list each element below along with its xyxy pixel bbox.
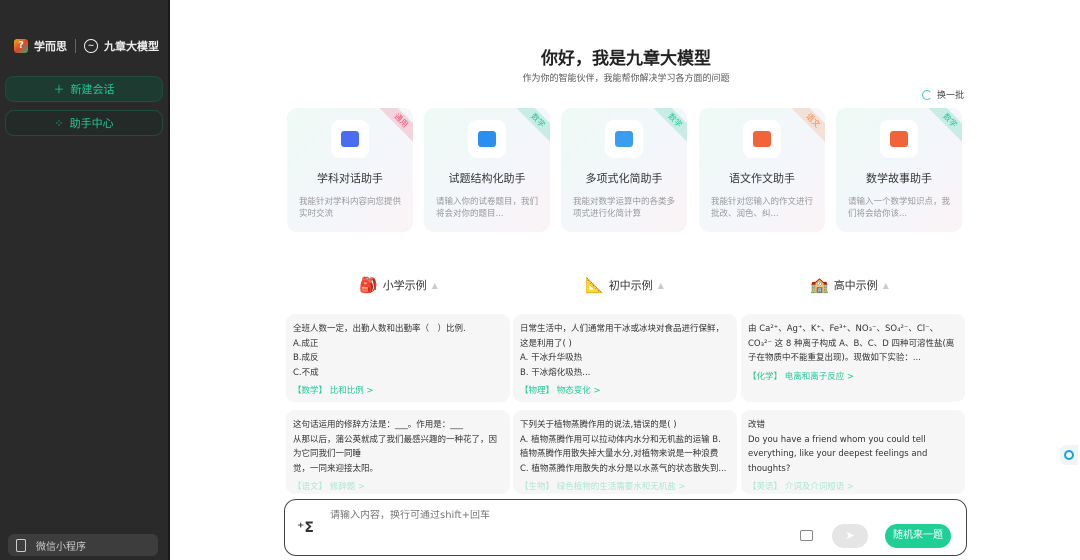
assistant-icon — [743, 120, 781, 158]
helper-center-label: 助手中心 — [69, 117, 114, 130]
knowledge-tag-link[interactable]: 【生物】 绿色植物的生活需要水和无机盐 > — [520, 480, 730, 494]
logo: ? 学而思 ~ 九章大模型 — [14, 38, 159, 54]
question-text: 日常生活中，人们通常用干冰或冰块对食品进行保鲜，这是利用了( ) — [520, 324, 725, 349]
caret-up-icon: ▲ — [882, 280, 889, 290]
knowledge-tag-link[interactable]: 【化学】 电离和离子反应 > — [748, 370, 958, 385]
assistant-card[interactable]: 数学 试题结构化助手 请输入你的试卷题目，我们将会对你的题目... — [424, 108, 550, 232]
card-title: 多项式化简助手 — [585, 172, 663, 185]
column-title: 小学示例 — [382, 279, 427, 292]
random-question-button[interactable]: 随机来一题 — [885, 524, 951, 548]
column-title: 高中示例 — [833, 279, 878, 292]
example-column-header[interactable]: 🎒 小学示例 ▲ — [359, 276, 438, 294]
tablet-icon — [16, 538, 26, 552]
knowledge-tag-link[interactable]: 【数学】 比和比例 > — [293, 384, 503, 399]
subject-tag: 通用 — [375, 108, 413, 147]
card-description: 请输入一个数学知识点，我们将会给你该... — [848, 197, 951, 219]
floating-assistant-button[interactable] — [1060, 445, 1078, 465]
grid-icon: ⁘ — [54, 116, 64, 130]
assistant-card[interactable]: 数学 数学故事助手 请输入一个数学知识点，我们将会给你该... — [836, 108, 962, 232]
question-text: A.成正 — [293, 338, 319, 349]
knowledge-tag-link[interactable]: 【物理】 物态变化 > — [520, 384, 730, 399]
refresh-button[interactable]: 换一批 — [922, 88, 964, 101]
question-text: C. 植物蒸腾作用散失的水分是以水蒸气的状态散失到... — [520, 463, 727, 474]
subject-tag: 数学 — [924, 108, 962, 147]
example-column-header[interactable]: 🏫 高中示例 ▲ — [810, 276, 889, 294]
chat-input-box: ⁺Σ ➤ 随机来一题 — [284, 499, 967, 556]
question-text: 这句话运用的修辞方法是：___。作用是：___ — [293, 420, 464, 430]
page-subtitle: 作为你的智能伙伴，我能帮你解决学习各方面的问题 — [522, 74, 730, 84]
knowledge-tag-link[interactable]: 【英语】 介词及介词短语 > — [748, 480, 958, 494]
example-question-card[interactable]: 下列关于植物蒸腾作用的说法,错误的是( ) A. 植物蒸腾作用可以拉动体内水分和无… — [513, 410, 737, 494]
new-chat-button[interactable]: ＋ 新建会话 — [5, 76, 163, 102]
card-title: 语文作文助手 — [729, 172, 795, 185]
card-description: 我能针对学科内容向您提供实时交流 — [299, 197, 402, 219]
question-text: 觉，一同来迎接太阳。 — [293, 463, 379, 474]
knowledge-tag-link[interactable]: 【语文】 修辞题 > — [293, 480, 503, 494]
school-icon: 🏫 — [810, 276, 829, 294]
sidebar: ? 学而思 ~ 九章大模型 ＋ 新建会话 ⁘ 助手中心 微信小程序 — [0, 0, 170, 560]
assistant-card[interactable]: 通用 学科对话助手 我能针对学科内容向您提供实时交流 — [287, 108, 413, 232]
send-button[interactable]: ➤ — [832, 524, 868, 548]
assistant-icon — [1064, 450, 1074, 460]
question-text: B.成反 — [293, 353, 319, 363]
question-text: A. 植物蒸腾作用可以拉动体内水分和无机盐的运输 B. 植物蒸腾作用散失掉大量水… — [520, 434, 721, 460]
assistant-icon — [468, 120, 506, 158]
new-chat-label: 新建会话 — [70, 83, 115, 96]
main-area: 你好，我是九章大模型 作为你的智能伙伴，我能帮你解决学习各方面的问题 换一批 通… — [172, 0, 1080, 560]
plus-icon: ＋ — [53, 83, 65, 96]
question-text: Do you have a friend whom you could tell… — [748, 434, 928, 474]
chat-input[interactable] — [330, 510, 730, 521]
question-text: 改错 — [748, 420, 766, 430]
card-title: 数学故事助手 — [866, 172, 932, 185]
column-title: 初中示例 — [608, 279, 653, 292]
example-question-card[interactable]: 改错 Do you have a friend whom you could te… — [741, 410, 965, 494]
jiuzhang-logo-icon: ~ — [84, 39, 98, 53]
question-text: 从那以后，蒲公英就成了我们最感兴趣的一种花了，因为它同我们一同睡 — [293, 434, 498, 460]
card-title: 学科对话助手 — [317, 172, 383, 185]
page-title: 你好，我是九章大模型 — [541, 49, 711, 69]
card-title: 试题结构化助手 — [448, 172, 526, 185]
card-description: 请输入你的试卷题目，我们将会对你的题目... — [436, 197, 539, 219]
question-text: 由 Ca²⁺、Ag⁺、K⁺、Fe³⁺、NO₃⁻、SO₄²⁻、Cl⁻、CO₃²⁻ … — [748, 324, 955, 363]
subject-tag: 数学 — [512, 108, 550, 147]
assistant-icon — [605, 120, 643, 158]
xueersi-logo-icon: ? — [14, 39, 28, 53]
question-text: 下列关于植物蒸腾作用的说法,错误的是( ) — [520, 420, 677, 430]
example-question-card[interactable]: 全班人数一定，出勤人数和出勤率（ ）比例. A.成正 B.成反 C.不成【数学】 比和… — [286, 314, 510, 402]
brand-xueersi: 学而思 — [34, 40, 67, 53]
caret-up-icon: ▲ — [657, 280, 664, 290]
question-text: B. 干冰熔化吸热... — [520, 367, 591, 378]
card-description: 我能对数学运算中的各类多项式进行化简计算 — [573, 197, 676, 219]
card-description: 我能针对您输入的作文进行批改、润色、纠... — [711, 197, 814, 219]
example-column-header[interactable]: 📐 初中示例 ▲ — [585, 276, 664, 294]
refresh-label: 换一批 — [937, 91, 965, 101]
divider — [75, 39, 76, 53]
assistant-card[interactable]: 数学 多项式化简助手 我能对数学运算中的各类多项式进行化简计算 — [561, 108, 687, 232]
example-question-card[interactable]: 由 Ca²⁺、Ag⁺、K⁺、Fe³⁺、NO₃⁻、SO₄²⁻、Cl⁻、CO₃²⁻ … — [741, 314, 965, 402]
assistant-icon — [880, 120, 918, 158]
image-upload-icon[interactable] — [800, 530, 813, 541]
example-question-card[interactable]: 日常生活中，人们通常用干冰或冰块对食品进行保鲜，这是利用了( ) A. 干冰升华吸… — [513, 314, 737, 402]
subject-tag: 语文 — [787, 108, 825, 147]
mini-program-label: 微信小程序 — [36, 541, 86, 553]
helper-center-button[interactable]: ⁘ 助手中心 — [5, 110, 163, 136]
refresh-icon — [922, 89, 932, 100]
example-question-card[interactable]: 这句话运用的修辞方法是：___。作用是：___ 从那以后，蒲公英就成了我们最感兴趣… — [286, 410, 510, 494]
assistant-card[interactable]: 语文 语文作文助手 我能针对您输入的作文进行批改、润色、纠... — [699, 108, 825, 232]
school-icon: 🎒 — [359, 276, 378, 294]
question-text: C.不成 — [293, 367, 319, 378]
school-icon: 📐 — [585, 276, 604, 294]
mini-program-button[interactable]: 微信小程序 — [8, 534, 158, 556]
brand-jiuzhang: 九章大模型 — [104, 40, 159, 53]
subject-tag: 数学 — [649, 108, 687, 147]
question-text: 全班人数一定，出勤人数和出勤率（ ）比例. — [293, 324, 466, 334]
formula-icon[interactable]: ⁺Σ — [297, 520, 314, 536]
question-text: A. 干冰升华吸热 — [520, 353, 583, 363]
caret-up-icon: ▲ — [431, 280, 438, 290]
assistant-icon — [331, 120, 369, 158]
